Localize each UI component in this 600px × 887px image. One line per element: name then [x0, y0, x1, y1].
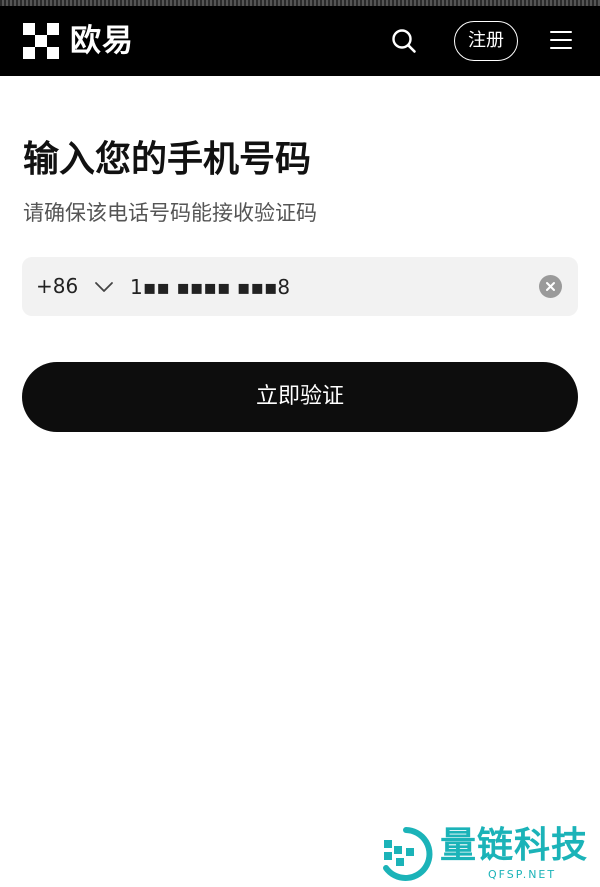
- clear-input-button[interactable]: [539, 275, 562, 298]
- phone-field: +86: [22, 257, 578, 316]
- page-title: 输入您的手机号码: [23, 139, 312, 180]
- brand-logo[interactable]: 欧易: [23, 23, 134, 59]
- country-code-selector[interactable]: +86: [36, 257, 114, 316]
- register-button[interactable]: 注册: [454, 21, 518, 61]
- menu-button[interactable]: [550, 31, 574, 51]
- country-code-label: +86: [36, 274, 79, 298]
- brand-name: 欧易: [70, 23, 134, 59]
- search-button[interactable]: [391, 28, 417, 54]
- top-navbar: 欧易 注册: [0, 6, 600, 76]
- okx-logo-icon: [23, 23, 59, 59]
- verify-now-button[interactable]: 立即验证: [22, 362, 578, 432]
- watermark-domain: QFSP.NET: [488, 868, 557, 881]
- watermark: 量链科技 QFSP.NET: [378, 825, 598, 884]
- search-icon: [392, 29, 416, 53]
- phone-number-input[interactable]: [130, 267, 530, 307]
- page: 欧易 注册 输入您的手机号码 请确保该电话号码能接收验证码 +86 1▪▪ ▪▪…: [0, 0, 600, 887]
- clear-circle-icon: [539, 275, 562, 298]
- watermark-logo-icon: [383, 827, 433, 881]
- chevron-down-icon: [95, 281, 114, 292]
- page-subtitle: 请确保该电话号码能接收验证码: [23, 201, 317, 225]
- watermark-name: 量链科技: [440, 825, 589, 866]
